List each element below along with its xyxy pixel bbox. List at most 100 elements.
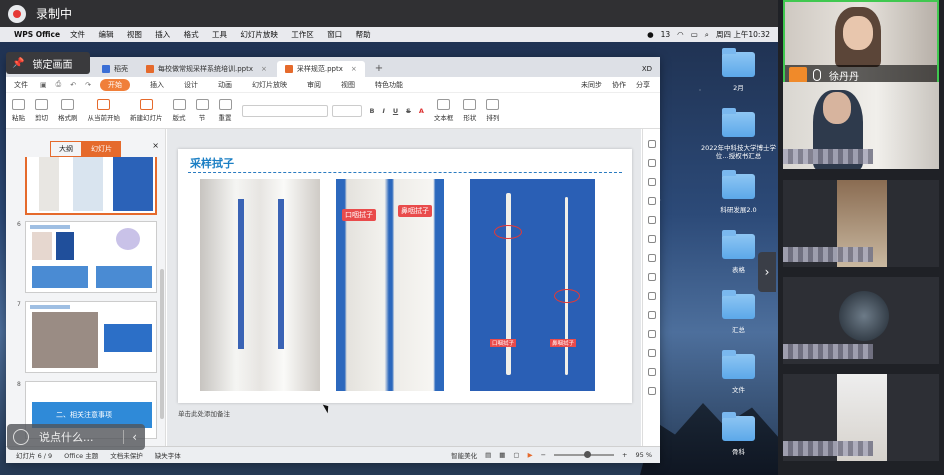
- close-panel-icon[interactable]: ×: [152, 141, 159, 150]
- share-button[interactable]: 分享: [636, 80, 650, 90]
- search-icon[interactable]: ⌕: [705, 30, 709, 40]
- menubar-item[interactable]: 编辑: [98, 30, 113, 39]
- ribbon-tab-animation[interactable]: 动画: [218, 80, 232, 90]
- cut-button[interactable]: 剪切: [35, 99, 48, 122]
- toolbar-icon[interactable]: [647, 235, 656, 243]
- toolbar-icon[interactable]: [647, 292, 656, 300]
- badge-count[interactable]: 13: [661, 30, 671, 39]
- swab-packets-photo[interactable]: 口咽拭子 鼻咽拭子: [336, 179, 444, 391]
- sync-status-button[interactable]: 未同步: [581, 80, 602, 90]
- redo-icon[interactable]: ↷: [85, 81, 91, 89]
- tab-outline[interactable]: 大纲: [50, 141, 82, 157]
- reading-view-icon[interactable]: ▢: [513, 451, 519, 459]
- bold-icon[interactable]: B: [370, 107, 375, 115]
- toolbar-icon[interactable]: [647, 178, 656, 186]
- sorter-view-icon[interactable]: ▦: [499, 451, 505, 459]
- font-family-select[interactable]: [241, 104, 328, 117]
- wifi-icon[interactable]: ◠: [677, 30, 684, 39]
- zoom-in-icon[interactable]: +: [622, 451, 627, 459]
- menubar-item[interactable]: 帮助: [356, 30, 371, 39]
- play-slideshow-icon[interactable]: ▶: [528, 451, 533, 459]
- folder-label[interactable]: 2022年中科技大学博士学位…授权书汇总: [700, 144, 777, 160]
- wechat-icon[interactable]: ●: [647, 30, 654, 39]
- chevron-left-icon[interactable]: ‹: [123, 430, 145, 444]
- menubar-item[interactable]: 插入: [155, 30, 170, 39]
- slide-thumbnail-current[interactable]: [25, 157, 157, 215]
- folder-icon[interactable]: [722, 350, 755, 379]
- toolbar-icon[interactable]: [647, 330, 656, 338]
- zoom-slider-thumb[interactable]: [584, 451, 592, 458]
- folder-label[interactable]: 骨科: [700, 448, 777, 456]
- clock[interactable]: 周四 上午10:32: [716, 29, 770, 40]
- underline-icon[interactable]: U: [393, 107, 398, 115]
- missing-font[interactable]: 缺失字体: [155, 450, 181, 460]
- battery-icon[interactable]: ▭: [691, 30, 698, 39]
- folder-icon[interactable]: [722, 170, 755, 199]
- format-painter-button[interactable]: 格式刷: [58, 99, 78, 122]
- undo-icon[interactable]: ↶: [70, 81, 76, 89]
- toolbar-icon[interactable]: [647, 216, 656, 224]
- panel-scrollbar[interactable]: [160, 269, 164, 419]
- toolbar-icon[interactable]: [647, 140, 656, 148]
- beautify-button[interactable]: 智能美化: [451, 450, 477, 460]
- file-menu-button[interactable]: 文件: [14, 80, 28, 90]
- section-button[interactable]: 节: [195, 99, 209, 122]
- toolbar-icon[interactable]: [647, 311, 656, 319]
- close-tab-icon[interactable]: ×: [351, 65, 357, 73]
- menubar-item[interactable]: 视图: [127, 30, 142, 39]
- menubar-item[interactable]: 窗口: [327, 30, 342, 39]
- participant-video-active[interactable]: 徐丹丹: [783, 0, 939, 87]
- participant-video[interactable]: [783, 277, 939, 364]
- menubar-item[interactable]: 格式: [184, 30, 199, 39]
- folder-icon[interactable]: [722, 108, 755, 137]
- zoom-slider[interactable]: [554, 451, 615, 458]
- layout-button[interactable]: 版式: [172, 99, 186, 122]
- mic-icon[interactable]: [813, 69, 821, 81]
- doc-protect-status[interactable]: 文档未保护: [110, 450, 143, 460]
- toolbar-icon[interactable]: [647, 273, 656, 281]
- zoom-level[interactable]: 95 %: [635, 451, 652, 459]
- folder-icon[interactable]: [722, 412, 755, 441]
- strikethrough-icon[interactable]: S: [406, 107, 411, 115]
- notes-placeholder[interactable]: 单击此处添加备注: [178, 408, 230, 418]
- toolbar-icon[interactable]: [647, 254, 656, 262]
- folder-label[interactable]: 科研发展2.0: [700, 206, 777, 214]
- user-avatar[interactable]: XD: [642, 65, 652, 77]
- tab-slides[interactable]: 幻灯片: [82, 141, 121, 157]
- chat-input-box[interactable]: 说点什么... ‹: [7, 424, 145, 450]
- menubar-app-name[interactable]: WPS Office: [14, 30, 60, 39]
- print-icon[interactable]: ⎙: [56, 80, 62, 89]
- menubar-item[interactable]: 工具: [212, 30, 227, 39]
- ribbon-tab-view[interactable]: 视图: [341, 80, 355, 90]
- menubar-item[interactable]: 工作区: [291, 30, 314, 39]
- collapse-panel-button[interactable]: ›: [758, 252, 776, 292]
- collaborate-button[interactable]: 协作: [612, 80, 626, 90]
- save-icon[interactable]: ▣: [40, 81, 47, 89]
- emoji-icon[interactable]: [13, 429, 29, 445]
- tab-training-pptx[interactable]: 每校做常规采样系统培训.pptx ×: [138, 61, 275, 77]
- slide-thumbnail[interactable]: [25, 221, 157, 293]
- zoom-out-icon[interactable]: −: [541, 451, 546, 459]
- toolbar-icon[interactable]: [647, 387, 656, 395]
- textbox-button[interactable]: 文本框: [434, 99, 453, 122]
- toolbar-icon[interactable]: [647, 159, 656, 167]
- slide[interactable]: 采样拭子 口咽拭子 鼻咽拭子 口咽拭子 鼻咽拭子: [178, 149, 632, 403]
- ribbon-tab-home[interactable]: 开始: [99, 78, 130, 91]
- tab-dake[interactable]: 稻壳: [94, 61, 136, 77]
- folder-label[interactable]: 文件: [700, 386, 777, 394]
- menubar-item[interactable]: 文件: [70, 30, 85, 39]
- new-slide-button[interactable]: 新建幻灯片: [130, 99, 163, 122]
- new-tab-button[interactable]: +: [367, 63, 391, 77]
- ribbon-tab-review[interactable]: 审阅: [307, 80, 321, 90]
- ribbon-tab-features[interactable]: 特色功能: [375, 80, 403, 90]
- toolbar-icon[interactable]: [647, 197, 656, 205]
- folder-icon[interactable]: [722, 48, 755, 77]
- normal-view-icon[interactable]: ▤: [485, 451, 491, 459]
- reset-button[interactable]: 重置: [218, 99, 232, 122]
- swab-package-photo[interactable]: [200, 179, 320, 391]
- shape-button[interactable]: 形状: [463, 99, 477, 122]
- swab-comparison-photo[interactable]: 口咽拭子 鼻咽拭子: [470, 179, 595, 391]
- menubar-item[interactable]: 幻灯片放映: [240, 30, 278, 39]
- toolbar-icon[interactable]: [647, 349, 656, 357]
- play-from-current-button[interactable]: 从当前开始: [88, 99, 120, 122]
